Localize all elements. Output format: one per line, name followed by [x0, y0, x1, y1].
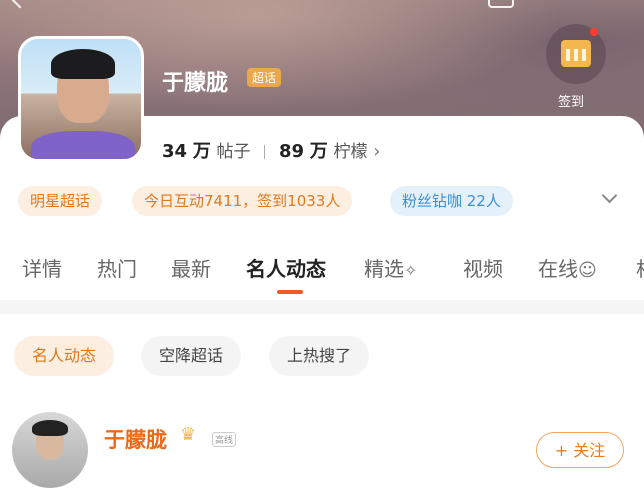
tab-video[interactable]: 视频 — [463, 253, 503, 282]
tab-overflow[interactable]: 相 — [636, 253, 644, 282]
back-icon[interactable] — [11, 0, 29, 9]
profile-avatar[interactable] — [18, 36, 144, 162]
posts-unit: 万 — [192, 141, 211, 162]
author-level-tag: 高线 — [212, 432, 237, 447]
tab-featured[interactable]: 精选✧ — [364, 253, 417, 282]
share-icon[interactable] — [488, 0, 514, 8]
chevron-right-icon[interactable]: › — [373, 141, 380, 162]
tag-fan-diamond[interactable]: 粉丝钻咖 22人 — [390, 186, 513, 216]
follow-button[interactable]: + 关注 — [536, 432, 624, 468]
stats-divider — [264, 145, 266, 159]
tag-daily-interaction[interactable]: 今日互动7411，签到1033人 — [132, 186, 353, 216]
post-avatar-hair — [32, 420, 68, 436]
post-author-avatar[interactable] — [12, 412, 88, 488]
notification-dot — [590, 28, 598, 36]
tab-celebrity-updates[interactable]: 名人动态 — [246, 253, 326, 282]
fans-count: 89 — [279, 141, 305, 162]
tab-featured-label: 精选 — [364, 257, 404, 281]
fans-unit: 万 — [309, 141, 328, 162]
tag-star-topic[interactable]: 明星超话 — [18, 186, 103, 216]
checkin-label: 签到 — [558, 95, 585, 110]
post-author-name[interactable]: 于朦胧 — [104, 424, 167, 454]
checkin-button[interactable] — [546, 24, 606, 84]
pill-airdrop-topic[interactable]: 空降超话 — [141, 336, 242, 376]
active-tab-indicator — [277, 290, 303, 294]
super-topic-badge: 超话 — [247, 68, 282, 87]
tab-latest[interactable]: 最新 — [171, 253, 211, 282]
tab-hot[interactable]: 热门 — [97, 253, 137, 282]
tab-bar: 详情 热门 最新 名人动态 精选✧ 视频 在线☺ 相 — [0, 253, 644, 287]
avatar-hair — [51, 49, 115, 79]
tab-online-label: 在线 — [538, 257, 578, 281]
avatar-shirt — [31, 131, 135, 159]
posts-label[interactable]: 帖子 — [217, 142, 251, 162]
fans-label[interactable]: 柠檬 — [334, 142, 368, 162]
pill-celebrity-updates[interactable]: 名人动态 — [14, 336, 115, 376]
tab-details[interactable]: 详情 — [22, 253, 62, 282]
tab-online[interactable]: 在线☺ — [538, 253, 597, 282]
profile-stats: 34 万 帖子 89 万 柠檬 › — [162, 137, 380, 163]
profile-name: 于朦胧 — [162, 71, 229, 96]
calendar-icon — [561, 40, 591, 67]
section-divider — [0, 300, 644, 314]
crown-icon: ♛ — [180, 424, 197, 445]
pill-trending[interactable]: 上热搜了 — [269, 336, 370, 376]
posts-count: 34 — [162, 141, 188, 162]
smile-icon: ☺ — [578, 260, 597, 281]
sparkle-icon: ✧ — [404, 261, 418, 280]
